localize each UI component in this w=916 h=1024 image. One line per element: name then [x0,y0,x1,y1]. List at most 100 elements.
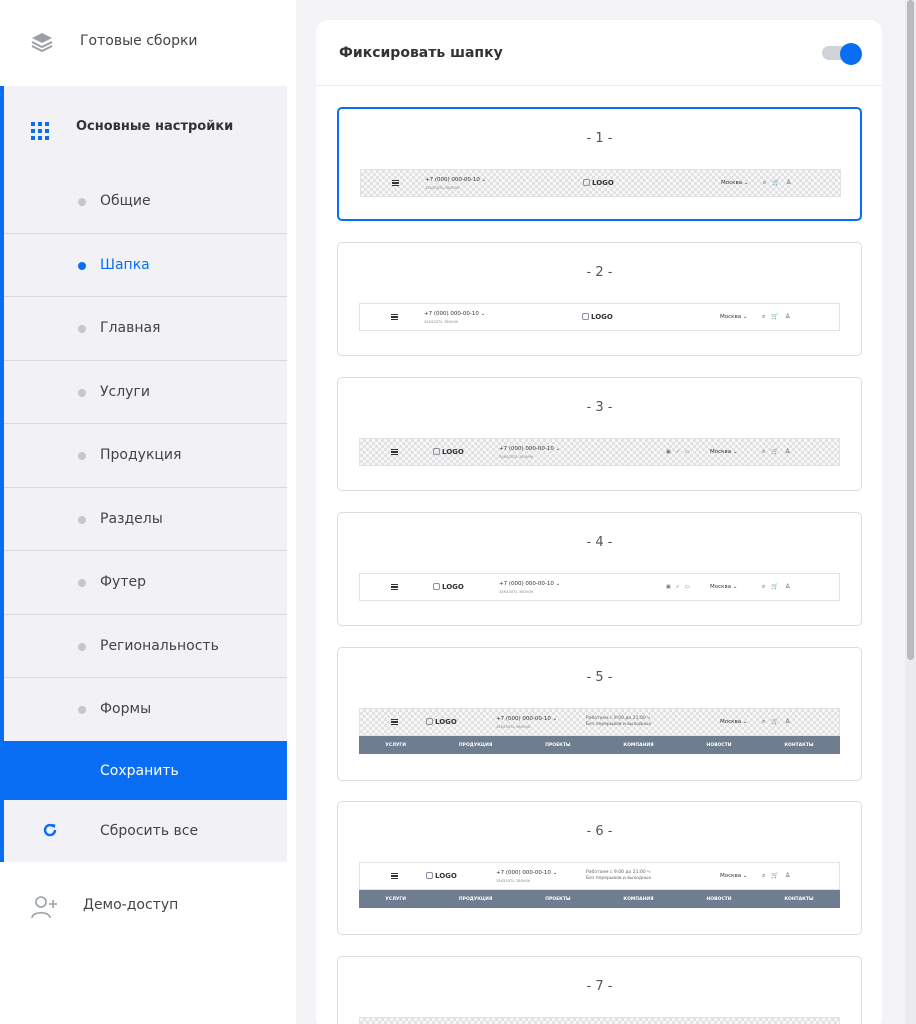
panel-header: Фиксировать шапку [316,20,882,86]
logo-icon [582,313,589,320]
sidebar-item-regionality[interactable]: Региональность [4,615,287,678]
sidebar-item-label: Шапка [100,256,150,273]
variant-label: - 1 - [586,131,613,146]
page-margin [896,0,905,1024]
sidebar-item-header[interactable]: Шапка [4,234,287,297]
logo-icon [433,448,440,455]
sidebar-item-label: Региональность [100,637,219,654]
bullet-icon [78,388,86,397]
refresh-icon [43,823,57,837]
variant-label: - 7 - [586,979,613,994]
preview-logo: LOGO [583,179,614,187]
preview-tools-icons: ⌕🛒♙ [762,313,797,320]
sidebar-item-services[interactable]: Услуги [4,361,287,424]
fix-header-title: Фиксировать шапку [339,45,503,61]
sidebar-item-label: Разделы [100,510,163,527]
preview-phone-sub: заказать звонок [499,454,534,459]
burger-icon [391,873,398,879]
preview-tools-icons: ⌕🛒♙ [762,872,797,879]
reset-all-label: Сбросить все [100,823,199,839]
sidebar-item-forms[interactable]: Формы [4,678,287,742]
preview-phone: +7 (000) 000-00-10 ⌄ [499,581,561,587]
logo-icon [433,583,440,590]
sidebar-item-label: Основные настройки [76,119,234,134]
preview-phone-sub: заказать звонок [425,185,460,190]
preview-social-icons: ▣✓▭ [666,584,695,590]
preview-city: Москва ⌄ [710,449,738,455]
add-user-icon [31,896,57,919]
sidebar-item-general[interactable]: Общие [4,170,287,234]
variant-label: - 5 - [586,670,613,685]
preview-hours: Работаем с 9:00 до 21:00 ч Без перерывов … [586,716,652,727]
logo-icon [583,179,590,186]
sidebar-item-label: Продукция [100,447,182,463]
sidebar-item-label: Общие [100,193,151,209]
bullet-icon [78,642,86,651]
header-variant-card-1[interactable]: - 1 - +7 (000) 000-00-10 ⌄ заказать звон… [337,107,862,221]
preview-social-icons: ▣✓▭ [666,449,695,455]
sidebar-item-sections[interactable]: Разделы [4,488,287,551]
header-variant-card-7[interactable]: - 7 - [337,956,862,1024]
bullet-icon [78,706,86,714]
sidebar-item-label: Услуги [100,383,150,400]
preview-logo: LOGO [426,872,457,880]
bullet-icon [78,579,86,587]
sidebar-item-ready-builds[interactable]: Готовые сборки [0,0,287,86]
header-settings-panel: Фиксировать шапку - 1 - +7 (000) 000-00-… [316,20,882,1024]
sidebar-item-label: Главная [100,320,161,336]
preview-phone: +7 (000) 000-00-10 ⌄ [496,870,558,876]
header-preview [359,1017,840,1024]
preview-city: Москва ⌄ [710,584,738,590]
preview-tools-icons: ⌕🛒♙ [762,583,797,590]
preview-tools-icons: ⌕🛒♙ [762,448,797,455]
preview-city: Москва ⌄ [720,314,748,320]
scrollbar-thumb[interactable] [907,0,914,660]
bullet-icon [78,325,86,333]
sidebar-item-footer[interactable]: Футер [4,551,287,615]
sidebar: Готовые сборки Основные настройки Общие … [0,0,296,1024]
sidebar-item-products[interactable]: Продукция [4,424,287,488]
preview-city: Москва ⌄ [720,873,748,879]
preview-phone: +7 (000) 000-00-10 ⌄ [424,311,486,317]
preview-nav-bar: УСЛУГИ ПРОДУКЦИЯ ПРОЕКТЫ КОМПАНИЯ НОВОСТ… [359,736,840,754]
preview-city: Москва ⌄ [721,180,749,186]
fix-header-toggle[interactable] [822,43,862,65]
reset-all-button[interactable]: Сбросить все [4,800,287,862]
header-preview: +7 (000) 000-00-10 ⌄ заказать звонок LOG… [360,169,841,197]
preview-city: Москва ⌄ [720,719,748,725]
settings-submenu: Общие Шапка Главная Услуги Продукция Раз… [4,170,287,742]
variant-label: - 2 - [586,265,613,280]
variant-label: - 6 - [586,824,613,839]
preview-phone: +7 (000) 000-00-10 ⌄ [496,716,558,722]
logo-icon [426,872,433,879]
header-variant-card-5[interactable]: - 5 - LOGO +7 (000) 000-00-10 ⌄ заказать… [337,647,862,781]
header-preview: +7 (000) 000-00-10 ⌄ заказать звонок LOG… [359,303,840,331]
grid-icon [31,122,49,140]
preview-phone: +7 (000) 000-00-10 ⌄ [425,177,487,183]
sidebar-item-main-settings[interactable]: Основные настройки [4,86,287,170]
sidebar-item-home[interactable]: Главная [4,297,287,361]
sidebar-item-label: Демо-доступ [83,897,179,913]
header-variant-card-4[interactable]: - 4 - LOGO +7 (000) 000-00-10 ⌄ заказать… [337,512,862,626]
header-variant-card-6[interactable]: - 6 - LOGO +7 (000) 000-00-10 ⌄ заказать… [337,801,862,935]
preview-logo: LOGO [582,313,613,321]
save-button[interactable]: Сохранить [0,741,287,800]
sidebar-item-demo-access[interactable]: Демо-доступ [0,870,287,940]
header-variant-card-3[interactable]: - 3 - LOGO +7 (000) 000-00-10 ⌄ заказать… [337,377,862,491]
burger-icon [392,180,399,186]
scrollbar[interactable] [905,0,916,1024]
header-preview: LOGO +7 (000) 000-00-10 ⌄ заказать звоно… [359,862,840,890]
burger-icon [391,584,398,590]
preview-logo: LOGO [433,583,464,591]
header-variant-card-2[interactable]: - 2 - +7 (000) 000-00-10 ⌄ заказать звон… [337,242,862,356]
bullet-icon [78,261,86,270]
sidebar-item-label: Готовые сборки [80,33,198,49]
header-preview: LOGO +7 (000) 000-00-10 ⌄ заказать звоно… [359,708,840,736]
header-preview: LOGO +7 (000) 000-00-10 ⌄ заказать звоно… [359,438,840,466]
header-preview: LOGO +7 (000) 000-00-10 ⌄ заказать звоно… [359,573,840,601]
sidebar-item-label: Футер [100,574,146,590]
preview-hours: Работаем с 9:00 до 21:00 ч Без перерывов … [586,870,652,881]
preview-nav-bar: УСЛУГИ ПРОДУКЦИЯ ПРОЕКТЫ КОМПАНИЯ НОВОСТ… [359,890,840,908]
logo-icon [426,718,433,725]
bullet-icon [78,452,86,460]
